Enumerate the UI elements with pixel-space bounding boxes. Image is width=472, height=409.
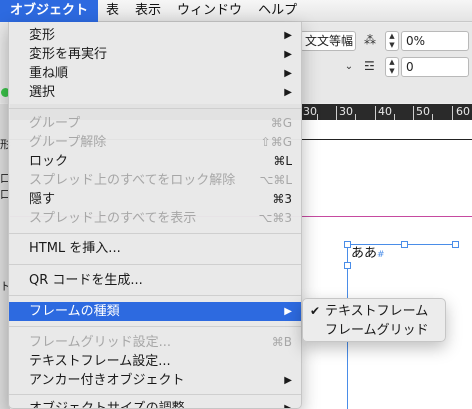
ruler-label: 50 xyxy=(416,105,430,118)
frame-type-submenu: ✔ テキストフレーム フレームグリッド xyxy=(302,298,446,342)
frame-handle[interactable] xyxy=(452,241,459,248)
submenu-arrow-icon: ▶ xyxy=(284,30,292,41)
submenu-arrow-icon: ▶ xyxy=(284,87,292,98)
shortcut-label: ⌘L xyxy=(273,154,292,168)
baseline-field[interactable]: 0 xyxy=(401,57,469,77)
menu-item-show-all[interactable]: スプレッド上のすべてを表示 ⌥⌘3 xyxy=(9,209,301,228)
submenu-item-frame-grid[interactable]: フレームグリッド xyxy=(303,321,445,340)
shortcut-label: ⌘G xyxy=(270,116,292,130)
menu-item-generate-qr[interactable]: QR コードを生成... xyxy=(9,271,301,290)
menu-item-lock[interactable]: ロック ⌘L xyxy=(9,152,301,171)
menu-window[interactable]: ウィンドウ xyxy=(169,0,250,22)
menu-item-frame-grid-options[interactable]: フレームグリッド設定... ⌘B xyxy=(9,333,301,352)
frame-end-mark: # xyxy=(377,250,385,260)
menu-item-transform-again[interactable]: 変形を再実行 ▶ xyxy=(9,45,301,64)
submenu-arrow-icon: ▶ xyxy=(284,49,292,60)
chevron-down-icon[interactable]: ⌄ xyxy=(342,58,356,76)
menu-separator xyxy=(9,295,301,296)
chevron-down-icon[interactable]: ⌄ xyxy=(342,32,356,50)
shortcut-label: ⇧⌘G xyxy=(260,135,292,149)
menu-item-anchored-object[interactable]: アンカー付きオブジェクト ▶ xyxy=(9,371,301,390)
submenu-arrow-icon: ▶ xyxy=(284,306,292,317)
menu-item-transform[interactable]: 変形 ▶ xyxy=(9,26,301,45)
menu-item-ungroup[interactable]: グループ解除 ⇧⌘G xyxy=(9,133,301,152)
frame-handle[interactable] xyxy=(344,241,351,248)
baseline-shift-icon: ☲ xyxy=(364,59,375,73)
baseline-stepper[interactable]: ▲ ▼ xyxy=(385,57,399,77)
submenu-arrow-icon: ▶ xyxy=(284,68,292,79)
submenu-arrow-icon: ▶ xyxy=(284,375,292,386)
tracking-stepper[interactable]: ▲ ▼ xyxy=(385,31,399,51)
shortcut-label: ⌥⌘3 xyxy=(258,211,292,225)
menu-item-unlock-all[interactable]: スプレッド上のすべてをロック解除 ⌥⌘L xyxy=(9,171,301,190)
shortcut-label: ⌥⌘L xyxy=(259,173,292,187)
menu-item-group[interactable]: グループ ⌘G xyxy=(9,114,301,133)
menu-object[interactable]: オブジェクト xyxy=(0,0,99,22)
ruler-label: 30 xyxy=(339,105,353,118)
menu-table[interactable]: 表 xyxy=(98,0,127,22)
shortcut-label: ⌘3 xyxy=(272,192,292,206)
frame-text[interactable]: ああ# xyxy=(351,242,385,261)
checkmark-icon: ✔ xyxy=(310,304,321,318)
ruler-label: 40 xyxy=(378,105,392,118)
menu-item-text-frame-options[interactable]: テキストフレーム設定... xyxy=(9,352,301,371)
menu-item-insert-html[interactable]: HTML を挿入... xyxy=(9,239,301,258)
submenu-item-text-frame[interactable]: ✔ テキストフレーム xyxy=(303,302,445,321)
ruler-label: 60 xyxy=(456,105,470,118)
menu-bar: オブジェクト 表 表示 ウィンドウ ヘルプ xyxy=(0,0,472,22)
submenu-arrow-icon: ▶ xyxy=(284,403,292,409)
ruler-label: 30 xyxy=(303,105,317,118)
menu-separator xyxy=(9,326,301,327)
menu-item-hide[interactable]: 隠す ⌘3 xyxy=(9,190,301,209)
object-menu: 変形 ▶ 変形を再実行 ▶ 重ね順 ▶ 選択 ▶ グループ ⌘G グループ解除 … xyxy=(8,22,302,409)
menu-item-fitting[interactable]: オブジェクトサイズの調整 ▶ xyxy=(9,399,301,409)
menu-separator xyxy=(9,233,301,234)
menu-separator xyxy=(9,108,301,109)
frame-handle[interactable] xyxy=(401,241,408,248)
tracking-icon: ⁂ xyxy=(364,33,376,47)
menu-item-frame-type[interactable]: フレームの種類 ▶ xyxy=(9,302,301,321)
menu-view[interactable]: 表示 xyxy=(127,0,169,22)
frame-handle[interactable] xyxy=(344,262,351,269)
menu-item-select[interactable]: 選択 ▶ xyxy=(9,83,301,102)
menu-help[interactable]: ヘルプ xyxy=(250,0,305,22)
menu-separator xyxy=(9,264,301,265)
menu-item-arrange[interactable]: 重ね順 ▶ xyxy=(9,64,301,83)
baseline-value: 0 xyxy=(406,60,414,74)
tracking-field[interactable]: 0% xyxy=(401,31,469,51)
tracking-value: 0% xyxy=(406,34,426,48)
menu-separator xyxy=(9,394,301,395)
shortcut-label: ⌘B xyxy=(271,335,292,349)
